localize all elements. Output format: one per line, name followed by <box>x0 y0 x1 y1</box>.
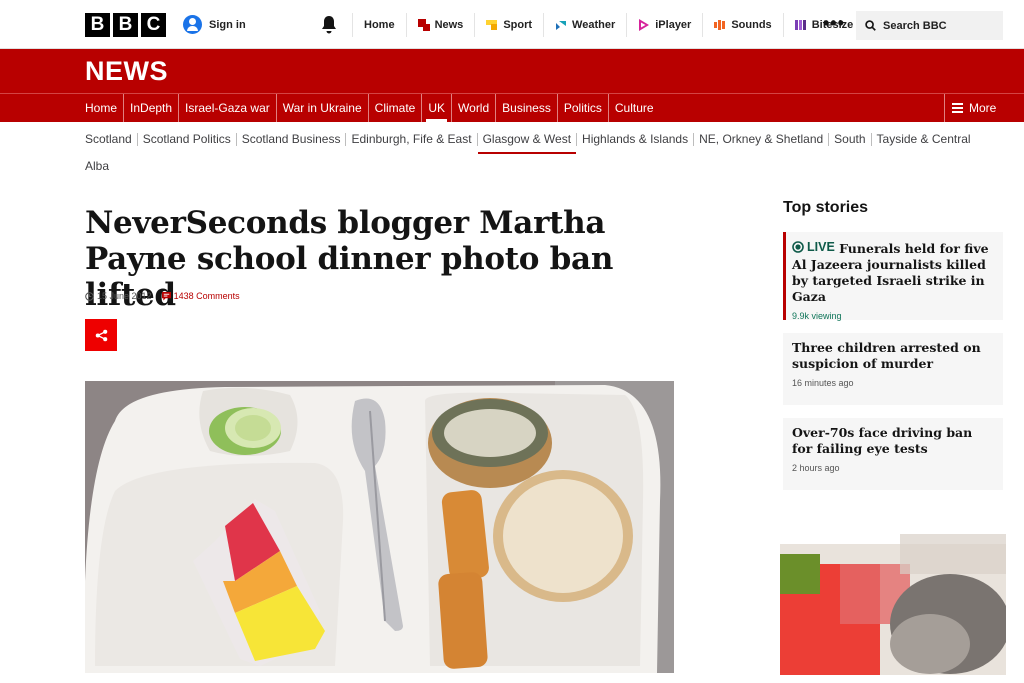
news-banner: NEWS <box>0 49 1024 93</box>
section-tab-world[interactable]: World <box>451 94 495 122</box>
comment-icon <box>161 291 171 301</box>
school-dinner-photo <box>85 381 674 673</box>
top-story-card-2[interactable]: Three children arrested on suspicion of … <box>783 333 1003 405</box>
news-icon <box>417 18 430 31</box>
more-menu-icon[interactable]: ••• <box>823 14 845 32</box>
nav-weather[interactable]: Weather <box>543 12 626 37</box>
live-badge: LIVE <box>792 239 835 255</box>
bitesize-icon <box>794 19 806 30</box>
section-tab-war-in-ukraine[interactable]: War in Ukraine <box>275 94 368 122</box>
top-story-sub-2: 16 minutes ago <box>792 378 854 388</box>
weather-icon <box>556 20 567 30</box>
nav-sport[interactable]: Sport <box>474 12 543 37</box>
news-title[interactable]: NEWS <box>85 56 168 87</box>
section-nav: Home InDepth Israel-Gaza war War in Ukraine… <box>0 93 1024 122</box>
nav-sounds[interactable]: Sounds <box>702 12 782 37</box>
nav-iplayer[interactable]: iPlayer <box>626 12 702 37</box>
top-story-headline-3: Over-70s face driving ban for failing ey… <box>792 425 973 456</box>
clock-icon <box>85 291 94 301</box>
more-label: More <box>969 101 997 115</box>
logo-letter-c: C <box>141 13 166 37</box>
subsection-scotland[interactable]: Scotland <box>85 133 137 146</box>
section-tab-climate[interactable]: Climate <box>367 94 422 122</box>
sign-in-link[interactable]: Sign in <box>183 15 246 34</box>
article-date: 15 June 2012 <box>85 291 152 301</box>
nav-news-label: News <box>434 18 464 31</box>
top-story-sub-1: 9.9k viewing <box>792 311 842 321</box>
subsection-nav: Scotland Scotland Politics Scotland Busine… <box>85 126 1000 180</box>
article-meta: 15 June 2012 1438 Comments <box>85 291 240 301</box>
promo-thumbnail <box>780 524 1006 675</box>
nav-home[interactable]: Home <box>352 12 406 37</box>
comments-link[interactable]: 1438 Comments <box>161 291 240 301</box>
section-tab-uk[interactable]: UK <box>421 94 451 122</box>
user-icon <box>183 15 202 34</box>
subsection-edinburgh-fife-east[interactable]: Edinburgh, Fife & East <box>345 133 476 146</box>
section-tab-culture[interactable]: Culture <box>607 94 660 122</box>
share-button[interactable] <box>85 319 117 351</box>
sounds-icon <box>714 19 726 30</box>
subsection-scotland-business[interactable]: Scotland Business <box>235 133 346 146</box>
live-indicator-icon <box>792 241 804 253</box>
search-box[interactable]: Search BBC <box>856 11 1003 40</box>
nav-home-label: Home <box>364 18 395 31</box>
logo-letter-b1: B <box>85 13 110 37</box>
comments-text: 1438 Comments <box>173 291 240 301</box>
nav-sounds-label: Sounds <box>731 18 772 31</box>
top-nav: Home News Sport Weather iPlayer Sounds B… <box>352 0 864 49</box>
iplayer-icon <box>639 18 650 31</box>
subsection-scotland-politics[interactable]: Scotland Politics <box>136 133 236 146</box>
more-button[interactable]: More <box>944 94 1024 122</box>
top-story-card-1[interactable]: LIVE Funerals held for five Al Jazeera j… <box>783 232 1003 321</box>
promo-image[interactable] <box>780 524 1006 675</box>
subsection-glasgow-west[interactable]: Glasgow & West <box>476 133 577 154</box>
subsection-south[interactable]: South <box>828 133 870 146</box>
nav-weather-label: Weather <box>572 18 616 31</box>
logo-letter-b2: B <box>113 13 138 37</box>
section-tab-politics[interactable]: Politics <box>556 94 608 122</box>
subsection-alba[interactable]: Alba <box>85 160 114 173</box>
section-tab-home[interactable]: Home <box>85 94 123 122</box>
sport-icon <box>486 19 498 30</box>
sign-in-label: Sign in <box>209 18 246 31</box>
search-placeholder: Search BBC <box>883 19 947 32</box>
section-list: Home InDepth Israel-Gaza war War in Ukraine… <box>85 94 660 122</box>
section-tab-israel-gaza-war[interactable]: Israel-Gaza war <box>178 94 276 122</box>
notification-bell-icon[interactable] <box>320 15 338 35</box>
top-story-card-3[interactable]: Over-70s face driving ban for failing ey… <box>783 418 1003 490</box>
section-tab-business[interactable]: Business <box>495 94 557 122</box>
hamburger-icon <box>952 103 963 113</box>
nav-iplayer-label: iPlayer <box>655 18 692 31</box>
masthead: B B C Sign in Home News Sport Weather iP… <box>0 0 1024 49</box>
section-tab-indepth[interactable]: InDepth <box>123 94 178 122</box>
subsection-highlands-islands[interactable]: Highlands & Islands <box>576 133 693 146</box>
nav-sport-label: Sport <box>503 18 533 31</box>
article-image <box>85 381 674 673</box>
subsection-tayside-central[interactable]: Tayside & Central <box>870 133 976 146</box>
top-story-headline-2: Three children arrested on suspicion of … <box>792 340 981 371</box>
search-icon <box>865 20 876 31</box>
share-icon <box>95 329 107 341</box>
date-text: 15 June 2012 <box>97 291 152 301</box>
nav-news[interactable]: News <box>405 12 475 37</box>
bbc-logo[interactable]: B B C <box>85 13 166 37</box>
top-stories-title: Top stories <box>783 199 869 216</box>
subsection-ne-orkney-shetland[interactable]: NE, Orkney & Shetland <box>693 133 828 146</box>
live-label: LIVE <box>807 240 835 254</box>
top-story-sub-3: 2 hours ago <box>792 463 840 473</box>
